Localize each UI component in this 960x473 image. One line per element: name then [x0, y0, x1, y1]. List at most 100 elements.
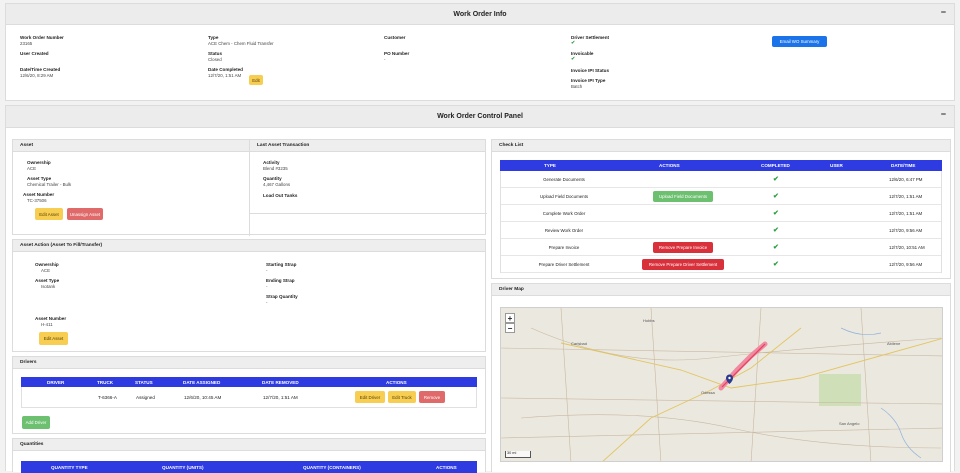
driver-map[interactable]: Hobbs Carlsbad Odessa San Angelo Abilene…: [500, 307, 943, 462]
zoom-out-button[interactable]: −: [505, 323, 515, 333]
starting-strap-label: Starting Strap: [266, 262, 297, 267]
asset-action-section: Asset Action (Asset To Fill/Transfer) Ow…: [12, 239, 486, 352]
wo-number-value: 23165: [20, 41, 33, 46]
checklist-row: Prepare Invoice Remove Prepare Invoice ✔ 12…: [501, 239, 941, 256]
driver-date-assigned: 12/6/20, 10:45 AM: [184, 395, 222, 400]
remove-prepare-invoice-button[interactable]: Remove Prepare Invoice: [653, 242, 713, 253]
checklist-header: Check List: [492, 140, 950, 152]
remove-driver-button[interactable]: Remove: [419, 391, 445, 403]
driver-map-header: Driver Map: [492, 284, 950, 296]
edit-truck-button[interactable]: Edit Truck: [388, 391, 416, 403]
checklist-section: Check List TYPE ACTIONS COMPLETED USER D…: [491, 139, 951, 279]
checklist-datetime: 12/7/20, 1:51 AM: [889, 193, 923, 199]
work-order-info-title: Work Order Info: [453, 10, 507, 18]
driver-row: T-6366-A Assigned 12/6/20, 10:45 AM 12/7…: [21, 387, 477, 408]
map-scale: 30 mi: [505, 451, 531, 458]
email-wo-summary-button[interactable]: Email WO Summary: [772, 36, 827, 47]
checklist-row: Complete Work Order ✔ 12/7/20, 1:51 AM: [501, 205, 941, 222]
po-number-label: PO Number: [384, 51, 410, 56]
col-quantity-containers: QUANTITY (CONTAINERS): [303, 464, 361, 470]
zoom-in-button[interactable]: +: [505, 313, 515, 323]
col-truck: TRUCK: [97, 379, 114, 385]
quantity-label: Quantity: [263, 176, 282, 181]
action-asset-type-label: Asset Type: [35, 278, 60, 283]
quantities-header: Quantities: [13, 439, 485, 451]
action-asset-type-value: Isotank: [41, 284, 56, 289]
checklist-row: Generate Documents ✔ 12/6/20, 6:47 PM: [501, 171, 941, 188]
action-ownership-value: ACE: [41, 268, 51, 273]
date-created-label: Date/Time Created: [20, 67, 61, 72]
ending-strap-value: -: [266, 284, 268, 289]
collapse-icon[interactable]: −: [941, 109, 946, 119]
work-order-info-card: Work Order Info − Work Order Number 2316…: [5, 3, 955, 101]
checklist-datetime: 12/7/20, 9:56 AM: [889, 227, 923, 233]
upload-field-documents-button[interactable]: Upload Field Documents: [653, 191, 713, 202]
strap-quantity-label: Strap Quantity: [266, 294, 298, 299]
col-quantity-units: QUANTITY (UNITS): [162, 464, 204, 470]
col-quantity-type: QUANTITY TYPE: [51, 464, 88, 470]
col-date-assigned: DATE ASSIGNED: [183, 379, 221, 385]
collapse-icon[interactable]: −: [941, 7, 946, 17]
load-out-tanks-label: Load Out Tanks: [263, 193, 298, 198]
driver-settlement-label: Driver Settlement: [571, 35, 610, 40]
map-canvas: [501, 308, 942, 461]
strap-quantity-value: -: [266, 300, 268, 305]
driver-map-section: Driver Map Hobbs Carlsbad Odessa San Ang…: [491, 283, 951, 472]
control-panel-header: Work Order Control Panel −: [6, 106, 954, 128]
driver-status: Assigned: [136, 395, 155, 400]
completed-check-icon: ✔: [773, 244, 779, 251]
completed-check-icon: ✔: [773, 176, 779, 183]
type-value: ACE Chem - Chem Fluid Transfer: [208, 41, 274, 46]
checklist-row: Upload Field Documents Upload Field Docum…: [501, 188, 941, 205]
ending-strap-label: Ending Strap: [266, 278, 295, 283]
asset-ownership-label: Ownership: [27, 160, 51, 165]
asset-header: Asset: [13, 140, 249, 152]
col-actions: ACTIONS: [386, 379, 407, 385]
asset-number-value: TC-37506: [27, 198, 47, 203]
remove-prepare-driver-settlement-button[interactable]: Remove Prepare Driver Settlement: [642, 259, 724, 270]
checklist-type: Prepare Driver Settlement: [538, 261, 590, 267]
checklist-datetime: 12/7/20, 10:51 AM: [889, 244, 925, 250]
asset-ownership-value: ACE: [27, 166, 37, 171]
asset-action-header: Asset Action (Asset To Fill/Transfer): [13, 240, 485, 252]
drivers-section: Drivers DRIVER TRUCK STATUS DATE ASSIGNE…: [12, 356, 486, 434]
map-label-carlsbad: Carlsbad: [571, 341, 588, 346]
action-asset-number-value: H-411: [41, 322, 53, 327]
checklist-type: Complete Work Order: [542, 210, 586, 216]
invoice-status-label: Invoice IPI Status: [571, 68, 610, 73]
edit-asset-button[interactable]: Edit Asset: [35, 208, 63, 220]
edit-driver-button[interactable]: Edit Driver: [355, 391, 385, 403]
date-completed-label: Date Completed: [208, 67, 243, 72]
map-label-odessa: Odessa: [701, 390, 715, 395]
checklist-datetime: 12/7/20, 9:56 AM: [889, 261, 923, 267]
activity-value: Blend #3235: [263, 166, 288, 171]
control-panel-title: Work Order Control Panel: [437, 113, 523, 120]
work-order-info-header: Work Order Info −: [6, 4, 954, 25]
driver-settlement-check-icon: ✔: [571, 40, 576, 46]
edit-date-button[interactable]: Edit: [249, 75, 263, 85]
invoice-type-label: Invoice IPI Type: [571, 78, 606, 83]
quantities-table-header: QUANTITY TYPE QUANTITY (UNITS) QUANTITY …: [21, 461, 477, 473]
completed-check-icon: ✔: [773, 227, 779, 234]
col-user: USER: [830, 163, 843, 168]
col-driver: DRIVER: [47, 379, 65, 385]
asset-type-label: Asset Type: [27, 176, 52, 181]
drivers-header: Drivers: [13, 357, 485, 369]
checklist-row: Prepare Driver Settlement Remove Prepare …: [501, 256, 941, 273]
action-asset-number-label: Asset Number: [35, 316, 67, 321]
checklist-table-header: TYPE ACTIONS COMPLETED USER DATE/TIME: [500, 160, 942, 171]
invoice-type-value: Batch: [571, 84, 583, 89]
add-driver-button[interactable]: Add Driver: [22, 416, 50, 429]
status-label: Status: [208, 51, 223, 56]
activity-label: Activity: [263, 160, 280, 165]
completed-check-icon: ✔: [773, 261, 779, 268]
checklist-row: Review Work Order ✔ 12/7/20, 9:56 AM: [501, 222, 941, 239]
unassign-asset-button[interactable]: Unassign Asset: [67, 208, 103, 220]
control-panel-card: Work Order Control Panel − Asset Last As…: [5, 105, 955, 473]
action-edit-asset-button[interactable]: Edit Asset: [39, 332, 68, 345]
col-completed: COMPLETED: [761, 163, 790, 168]
completed-check-icon: ✔: [773, 193, 779, 200]
type-label: Type: [208, 35, 219, 40]
checklist-datetime: 12/6/20, 6:47 PM: [889, 176, 923, 182]
driver-date-removed: 12/7/20, 1:51 AM: [263, 395, 298, 400]
